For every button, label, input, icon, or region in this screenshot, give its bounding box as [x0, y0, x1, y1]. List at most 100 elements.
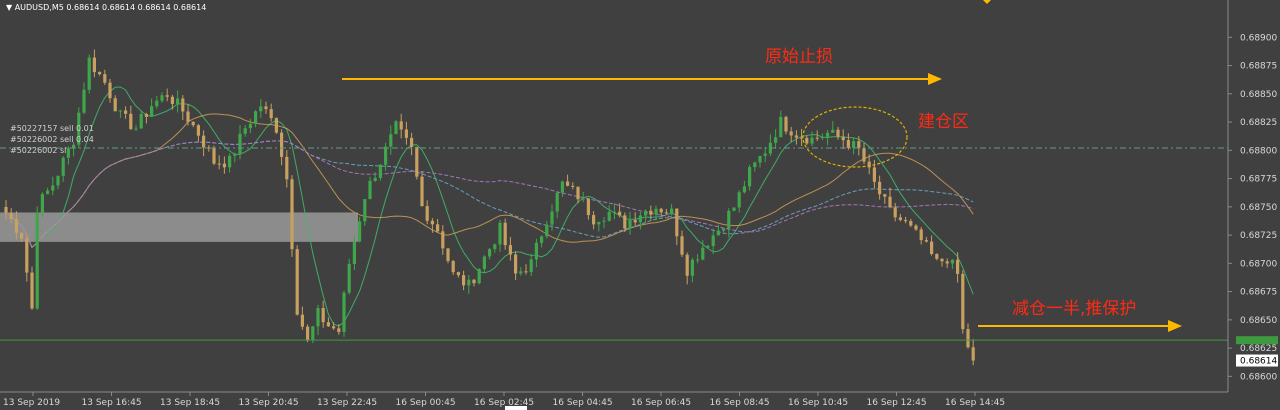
current-price-label: 0.68614	[1240, 357, 1277, 367]
candle	[217, 155, 221, 170]
candle	[472, 278, 476, 287]
candle	[545, 220, 549, 239]
candle-body	[550, 211, 554, 225]
candle-body	[742, 186, 746, 193]
candle	[924, 237, 928, 243]
candle-body	[306, 326, 310, 340]
candle-body	[514, 254, 518, 274]
candle	[456, 271, 460, 278]
candle-body	[134, 128, 138, 130]
candle-body	[321, 308, 325, 323]
candle	[25, 234, 29, 282]
candle	[607, 205, 611, 222]
candle	[108, 79, 112, 103]
candle	[165, 88, 169, 102]
candle-body	[274, 118, 278, 133]
candle-body	[784, 116, 788, 132]
candle	[503, 218, 507, 250]
candle-body	[436, 224, 440, 232]
candle-body	[930, 241, 934, 254]
candle-body	[841, 136, 845, 141]
candle-body	[779, 116, 783, 138]
candle	[87, 54, 91, 94]
candle	[150, 98, 154, 118]
candle	[737, 190, 741, 213]
candle-body	[623, 215, 627, 229]
candle	[420, 171, 424, 207]
candle-body	[633, 220, 637, 223]
candle	[415, 146, 419, 180]
candle-body	[295, 249, 299, 315]
candle-body	[181, 98, 185, 112]
candle	[852, 138, 856, 155]
candle-body	[904, 220, 908, 222]
candle-body	[722, 228, 726, 231]
candle	[436, 218, 440, 233]
candle-body	[576, 186, 580, 200]
candle	[706, 244, 710, 248]
candle	[961, 270, 965, 334]
candle-body	[924, 240, 928, 242]
candle-body	[384, 146, 388, 165]
candle	[243, 125, 247, 137]
candle-body	[701, 247, 705, 260]
candle-body	[566, 181, 570, 186]
candle-body	[763, 153, 767, 156]
candle	[61, 156, 65, 182]
candle	[878, 175, 882, 200]
candle	[441, 225, 445, 255]
candle-body	[207, 147, 211, 149]
candle-body	[155, 100, 159, 107]
candle-body	[30, 272, 34, 309]
plot-area[interactable]: 原始止损 建仓区 减仓一半,推保护 #50227157 sell 0.01 #5022…	[0, 0, 1228, 392]
x-tick-label: 16 Sep 14:45	[945, 398, 1005, 408]
candle-body	[805, 137, 809, 144]
y-tick-label: 0.68825	[1240, 118, 1277, 128]
candle-body	[389, 134, 393, 147]
candle	[742, 180, 746, 194]
candle-body	[228, 155, 232, 168]
candle	[508, 237, 512, 261]
candle-body	[560, 181, 564, 193]
candle	[233, 152, 237, 163]
candle	[727, 208, 731, 238]
x-tick-label: 16 Sep 10:45	[788, 398, 848, 408]
candle	[805, 135, 809, 146]
candle	[638, 211, 642, 230]
reduce-position-label: 减仓一半,推保护	[1012, 299, 1136, 319]
candle-body	[820, 136, 824, 138]
candle	[789, 126, 793, 143]
candle-body	[592, 215, 596, 225]
candle-body	[82, 89, 86, 113]
candle-body	[56, 175, 60, 186]
candle	[35, 206, 39, 310]
candle-body	[430, 220, 434, 225]
candle-body	[35, 212, 39, 309]
x-tick-label: 16 Sep 02:45	[474, 398, 534, 408]
candle-body	[467, 279, 471, 286]
candle	[46, 187, 50, 195]
candle-body	[404, 129, 408, 138]
candle-body	[862, 148, 866, 162]
support-zone	[0, 212, 358, 242]
candle-body	[618, 211, 622, 216]
y-tick-label: 0.68625	[1240, 344, 1277, 354]
candle-body	[280, 132, 284, 157]
candle-body	[378, 164, 382, 178]
candle-body	[529, 259, 533, 273]
candle-body	[217, 163, 221, 165]
candle	[488, 248, 492, 260]
candle	[711, 228, 715, 254]
candle	[196, 123, 200, 143]
candle	[841, 129, 845, 149]
candle	[862, 143, 866, 165]
candle	[519, 267, 523, 276]
candle	[202, 130, 206, 157]
candle-body	[878, 181, 882, 195]
scroll-marker[interactable]	[505, 406, 527, 410]
candle	[940, 258, 944, 267]
candle-body	[165, 95, 169, 97]
candle-body	[753, 162, 757, 168]
order-label: #50226002 sell 0.04	[10, 135, 94, 144]
candle	[529, 253, 533, 277]
